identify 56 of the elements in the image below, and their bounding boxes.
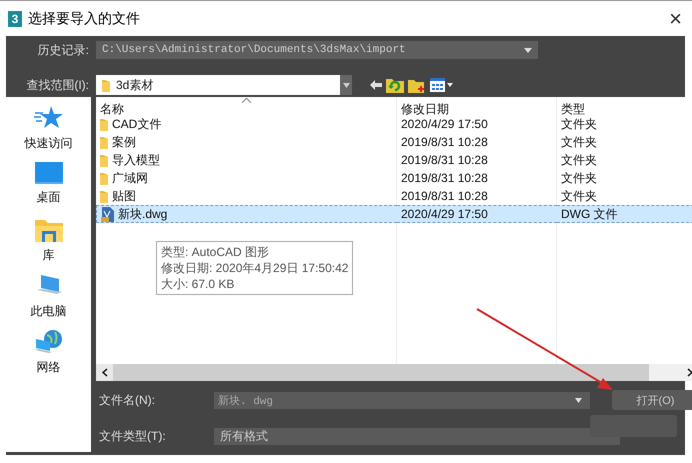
folder-icon [100,154,108,166]
sort-caret-icon [242,98,251,103]
dropdown-arrow-icon [575,398,582,402]
folder-icon [100,118,108,130]
type-cell-text: 文件夹 [560,188,598,204]
file-name-cell[interactable]: 案例 [96,133,397,151]
folder-icon [102,78,110,92]
folder-icon [100,136,108,148]
star-icon [34,105,64,131]
history-dropdown[interactable]: C:\Users\Administrator\Documents\3dsMax\import [96,41,538,59]
dropdown-arrow-icon [524,48,532,52]
file-name-cell[interactable]: CAD文件 [96,115,397,133]
type-cell-text: 文件夹 [560,134,598,150]
up-folder-icon[interactable] [386,77,404,93]
type-cell-text: 文件夹 [560,152,598,168]
file-type-label: 文件类型(T): [98,428,167,445]
view-menu-icon[interactable] [430,78,454,92]
date-cell: 2020/4/29 17:50 [397,205,557,223]
place-item[interactable]: 网络 [28,329,68,385]
back-arrow-icon[interactable] [370,80,382,90]
monitor-icon [34,161,64,185]
file-tooltip: 类型: AutoCAD 图形 修改日期: 2020年4月29日 17:50:42 大小: 67.0 KB [156,241,354,295]
new-folder-icon[interactable] [408,77,426,93]
date-cell-text: 2019/8/31 10:28 [400,188,489,205]
type-cell-text: 文件夹 [560,116,598,132]
file-name-label: 文件名(N): [98,392,156,408]
place-item[interactable]: 桌面 [30,161,68,217]
scroll-left-icon[interactable] [102,368,108,377]
date-cell-text: 2019/8/31 10:28 [400,152,489,169]
place-item[interactable]: 快速访问 [20,105,76,161]
file-name-cell[interactable]: 贴图 [96,187,397,205]
place-item[interactable]: 库 [30,217,68,273]
window-title: 选择要导入的文件 [28,10,141,28]
look-in-dropdown[interactable]: 3d素材 [96,75,352,95]
look-in-label: 查找范围(I): [25,76,90,94]
folder-icon [34,217,64,243]
folder-icon [100,172,108,184]
date-cell-text: 2019/8/31 10:28 [400,134,489,151]
horizontal-scrollbar[interactable] [96,364,692,381]
dropdown-arrow-icon [342,82,350,88]
drawing-file-icon [101,206,114,222]
open-button[interactable]: 打开(O) [612,390,692,410]
folder-icon [100,190,108,202]
file-name-cell[interactable]: 广域网 [96,169,397,187]
app-icon: 3 [8,10,22,26]
file-type-dropdown[interactable]: 所有格式 [214,428,620,445]
date-cell-text: 2019/8/31 10:28 [400,170,489,187]
close-button[interactable]: × [669,8,682,30]
place-item[interactable]: 此电脑 [26,273,70,329]
file-name-cell[interactable]: 新块.dwg [96,205,397,223]
type-cell: DWG 文件 [557,205,692,223]
date-cell-text: 2020/4/29 17:50 [400,116,489,133]
file-name-cell[interactable]: 导入模型 [96,151,397,169]
history-label: 历史记录: [36,42,90,58]
scroll-right-icon[interactable] [687,368,692,377]
type-cell-text: 文件夹 [560,170,598,186]
